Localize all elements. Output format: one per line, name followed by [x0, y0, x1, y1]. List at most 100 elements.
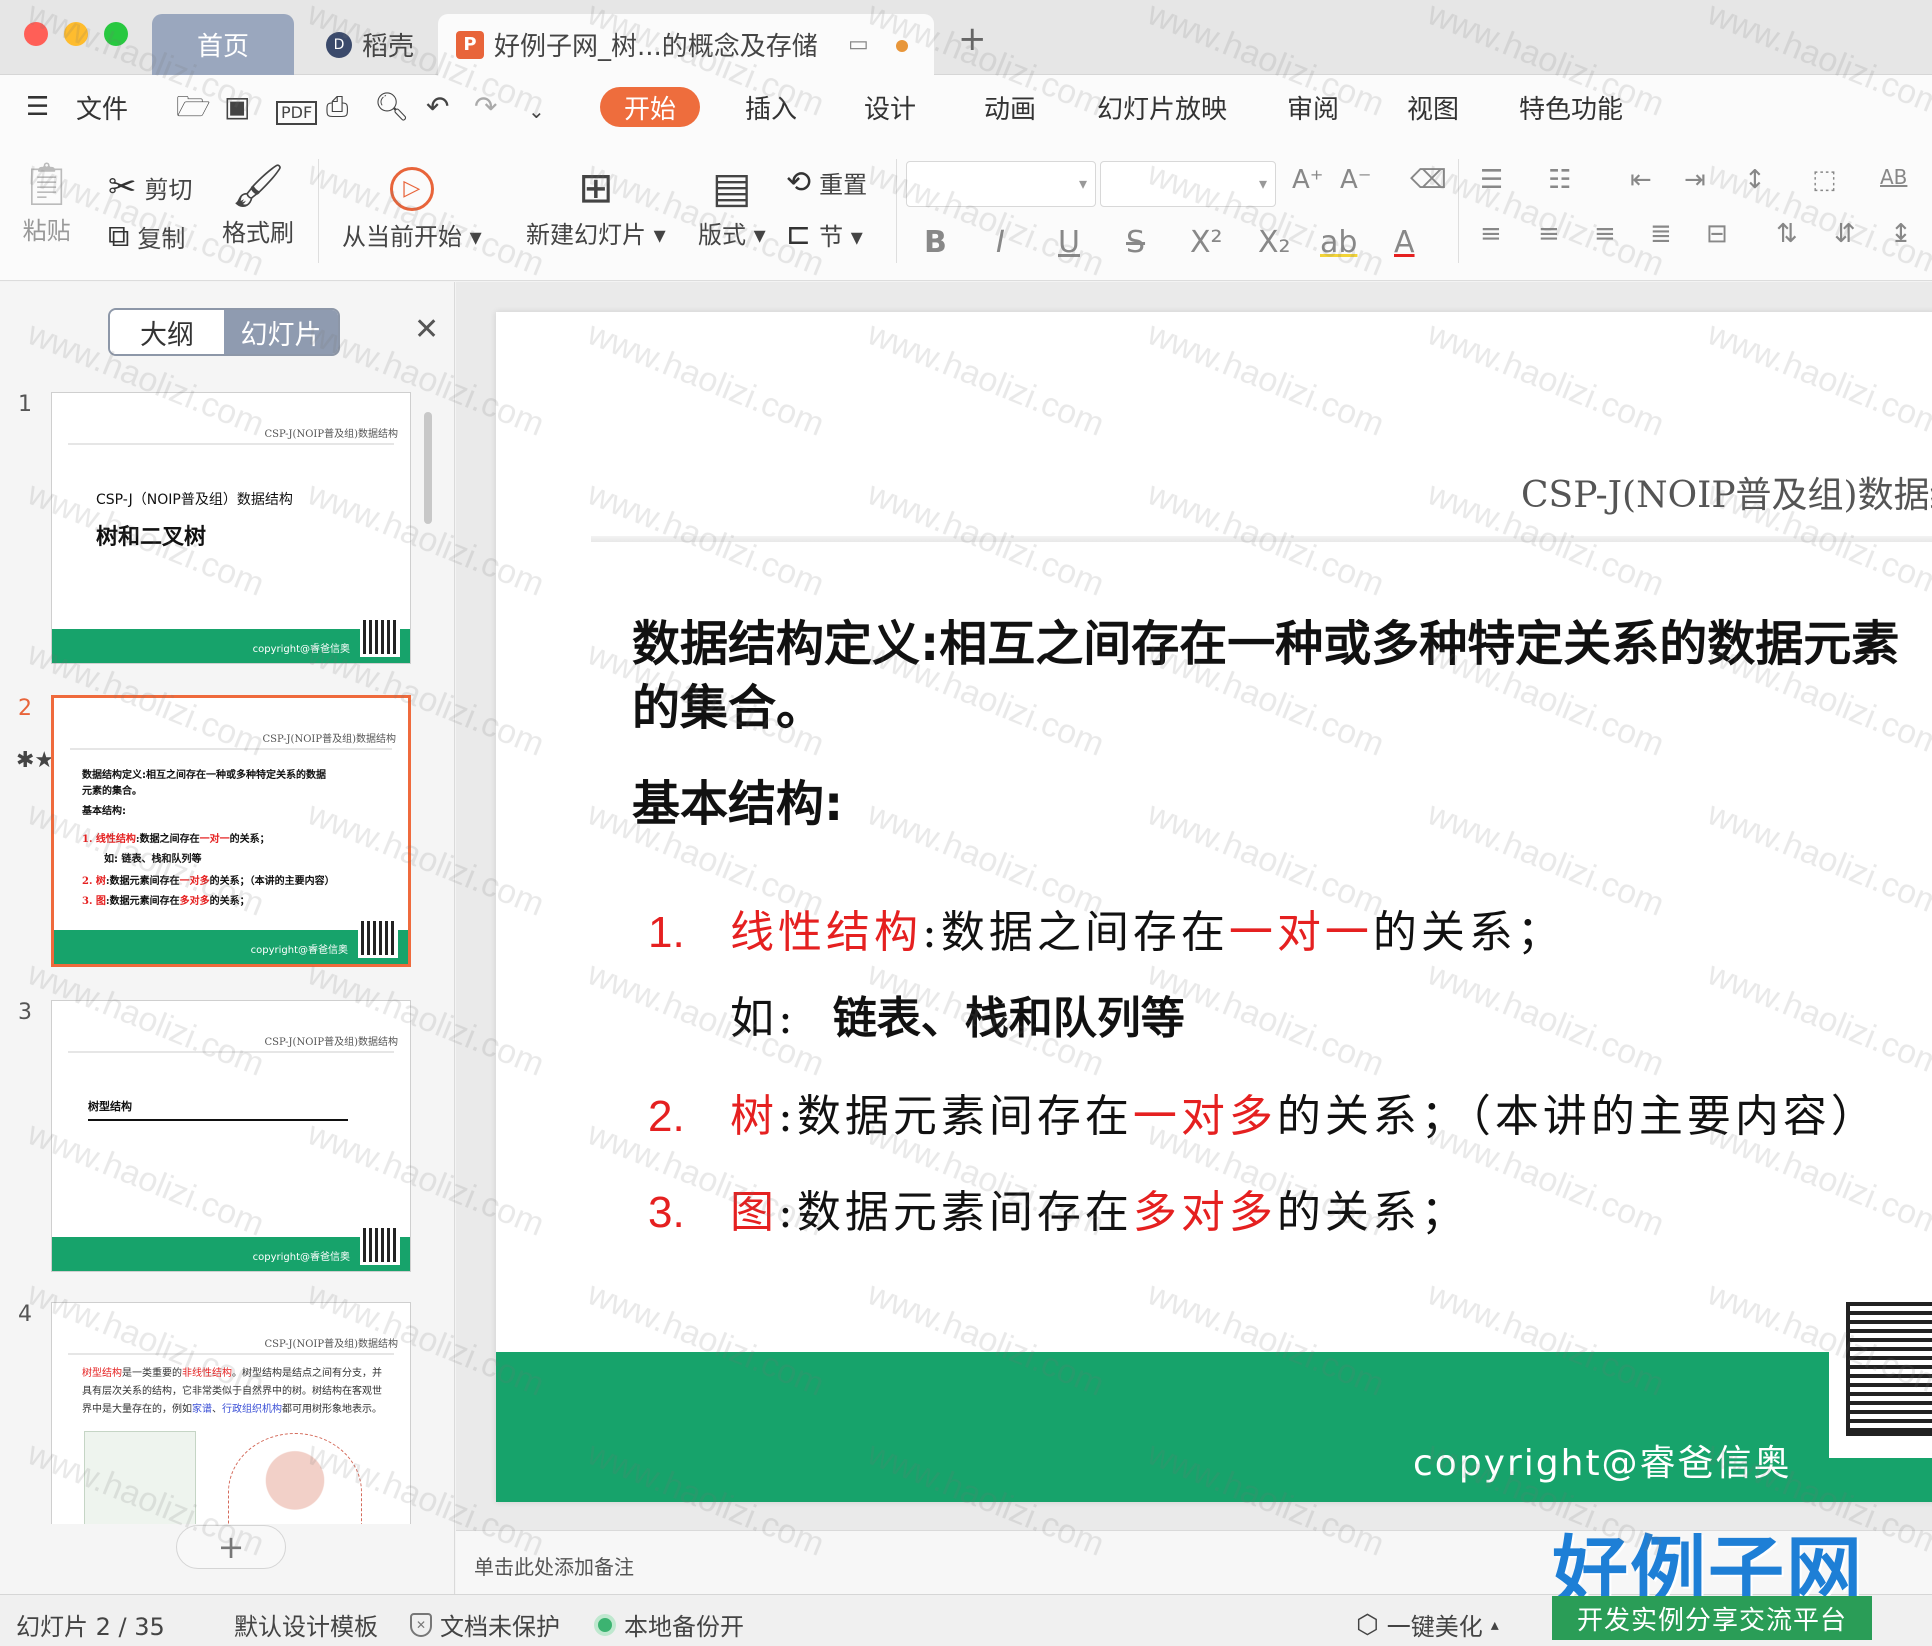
- thumb-header: CSP-J(NOIP普及组)数据结构: [264, 429, 398, 440]
- menu-animation[interactable]: 动画: [984, 87, 1036, 127]
- export-pdf-icon[interactable]: PDF: [276, 101, 318, 125]
- thumb-title: 树型结构: [88, 1100, 132, 1113]
- open-folder-icon[interactable]: 🗁: [176, 93, 211, 121]
- monitor-icon[interactable]: ▭: [848, 32, 869, 57]
- sort-icon[interactable]: ↕: [1744, 165, 1766, 195]
- italic-icon[interactable]: I: [996, 225, 1005, 260]
- save-icon[interactable]: ▣: [224, 93, 250, 121]
- title-bar: 首页 D 稻壳 P 好例子网_树...的概念及存储 ▭ +: [0, 0, 1932, 75]
- highlight-icon[interactable]: ab: [1320, 225, 1357, 260]
- layout-button[interactable]: ▤ 版式 ▾: [698, 167, 766, 250]
- document-protection-button[interactable]: ✕ 文档未保护: [410, 1607, 560, 1642]
- slide-thumbnail-4[interactable]: CSP-J(NOIP普及组)数据结构 树型结构是一类重要的非线性结构。树型结构是…: [51, 1302, 411, 1524]
- tab-daoke[interactable]: D 稻壳: [300, 14, 440, 75]
- decrease-indent-icon[interactable]: ⇤: [1630, 165, 1652, 195]
- new-tab-button[interactable]: +: [958, 22, 987, 56]
- scrollbar-thumb[interactable]: [424, 412, 432, 524]
- brand-tagline: 开发实例分享交流平台: [1552, 1596, 1872, 1640]
- menu-review[interactable]: 审阅: [1287, 87, 1339, 127]
- menu-special-features[interactable]: 特色功能: [1519, 87, 1623, 127]
- add-slide-button[interactable]: +: [176, 1525, 286, 1569]
- copy-button[interactable]: ⧉ 复制: [108, 219, 185, 254]
- view-switcher: 大纲 幻灯片: [108, 308, 340, 356]
- thumb-divider: [68, 1353, 394, 1355]
- increase-font-icon[interactable]: A⁺: [1292, 165, 1324, 195]
- bold-icon[interactable]: B: [924, 225, 947, 260]
- font-name-select[interactable]: ▾: [906, 161, 1096, 207]
- paste-button[interactable]: 📋︎ 粘贴: [20, 163, 73, 246]
- design-template-button[interactable]: 默认设计模板: [234, 1607, 378, 1642]
- basic-structure-heading[interactable]: 基本结构:: [632, 764, 843, 834]
- slide-thumbnail-2[interactable]: CSP-J(NOIP普及组)数据结构 数据结构定义:相互之间存在一种或多种特定关…: [51, 695, 411, 967]
- font-size-select[interactable]: ▾: [1100, 161, 1276, 207]
- list-item[interactable]: 3. 图:数据元素间存在多对多的关系；: [648, 1176, 1469, 1240]
- menu-bar: ☰ 文件 🗁 ▣ PDF ⎙ 🔍︎ ↶ ↷ ⌄ 开始 插入 设计 动画 幻灯片放…: [0, 75, 1932, 141]
- slide-number: 2: [18, 696, 32, 721]
- quick-access-dropdown-icon[interactable]: ⌄: [528, 101, 545, 121]
- menu-insert[interactable]: 插入: [745, 87, 797, 127]
- format-painter-button[interactable]: 🖌︎ 格式刷: [222, 165, 294, 248]
- example-line[interactable]: 如: 链表、栈和队列等: [730, 982, 1185, 1046]
- thumb-text: 基本结构:: [82, 806, 126, 817]
- one-click-beautify-button[interactable]: ⬡ 一键美化 ▴: [1356, 1607, 1499, 1642]
- backup-status-icon: [594, 1613, 616, 1636]
- redo-icon[interactable]: ↷: [474, 93, 497, 121]
- bullet-list-icon[interactable]: ☰: [1480, 165, 1503, 195]
- tab-document[interactable]: P 好例子网_树...的概念及存储 ▭: [438, 14, 934, 75]
- thumb-subtitle: CSP-J（NOIP普及组）数据结构: [96, 492, 293, 508]
- play-from-current-button[interactable]: ▷ 从当前开始 ▾: [342, 167, 482, 252]
- qr-code-icon: [1846, 1302, 1932, 1436]
- thumb-text: 元素的集合。: [82, 786, 142, 797]
- tab-home[interactable]: 首页: [152, 14, 294, 75]
- reset-button[interactable]: ⟲ 重置: [786, 165, 867, 200]
- align-right-icon[interactable]: ≡: [1594, 219, 1616, 249]
- strikethrough-icon[interactable]: S: [1126, 225, 1145, 260]
- menu-home[interactable]: 开始: [600, 87, 701, 127]
- slide-thumbnail-1[interactable]: CSP-J(NOIP普及组)数据结构 CSP-J（NOIP普及组）数据结构 树和…: [51, 392, 411, 664]
- increase-indent-icon[interactable]: ⇥: [1684, 165, 1706, 195]
- hamburger-menu-icon[interactable]: ☰: [26, 87, 49, 127]
- local-backup-button[interactable]: 本地备份开: [594, 1607, 744, 1642]
- undo-icon[interactable]: ↶: [426, 93, 449, 121]
- definition-text[interactable]: 数据结构定义:相互之间存在一种或多种特定关系的数据元素的集合。: [632, 612, 1932, 740]
- align-center-icon[interactable]: ≡: [1538, 219, 1560, 249]
- section-button[interactable]: ⊏ 节 ▾: [786, 217, 863, 252]
- underline-icon[interactable]: U: [1058, 225, 1080, 260]
- line-spacing-icon[interactable]: ⇅: [1776, 219, 1798, 249]
- menu-slideshow[interactable]: 幻灯片放映: [1097, 87, 1227, 127]
- thumb-copyright: copyright@睿爸信奥: [252, 1252, 350, 1263]
- text-direction-icon[interactable]: AB: [1880, 165, 1907, 189]
- subscript-icon[interactable]: X₂: [1258, 225, 1291, 260]
- justify-icon[interactable]: ≣: [1650, 219, 1672, 249]
- superscript-icon[interactable]: X²: [1190, 225, 1223, 260]
- print-icon[interactable]: ⎙: [326, 93, 348, 121]
- align-left-icon[interactable]: ≡: [1480, 219, 1502, 249]
- list-item[interactable]: 1. 线性结构:数据之间存在一对一的关系；: [648, 896, 1565, 960]
- play-from-current-label: 从当前开始 ▾: [342, 223, 482, 251]
- distribute-icon[interactable]: ⊟: [1706, 219, 1728, 249]
- list-item[interactable]: 2. 树:数据元素间存在一对多的关系；（本讲的主要内容）: [648, 1080, 1879, 1144]
- maximize-window-button[interactable]: [104, 22, 128, 46]
- close-window-button[interactable]: [24, 22, 48, 46]
- thumb-divider: [70, 748, 392, 750]
- clear-format-icon[interactable]: ⌫: [1410, 165, 1447, 195]
- numbered-list-icon[interactable]: ☷: [1548, 165, 1571, 195]
- menu-file[interactable]: 文件: [76, 87, 128, 127]
- menu-design[interactable]: 设计: [864, 87, 916, 127]
- text-box-icon[interactable]: ⬚: [1812, 165, 1837, 195]
- tab-slides[interactable]: 幻灯片: [224, 310, 338, 354]
- current-slide[interactable]: CSP-J(NOIP普及组)数据结构 数据结构定义:相互之间存在一种或多种特定关…: [496, 312, 1932, 1502]
- tab-outline[interactable]: 大纲: [110, 310, 224, 354]
- thumb-rule: [88, 1119, 348, 1121]
- paragraph-spacing-icon[interactable]: ⇵: [1834, 219, 1856, 249]
- new-slide-button[interactable]: ⊞ 新建幻灯片 ▾: [526, 167, 666, 250]
- new-slide-label: 新建幻灯片 ▾: [526, 221, 666, 249]
- minimize-window-button[interactable]: [64, 22, 88, 46]
- slide-thumbnail-3[interactable]: CSP-J(NOIP普及组)数据结构 树型结构 copyright@睿爸信奥: [51, 1000, 411, 1272]
- print-preview-icon[interactable]: 🔍︎: [374, 93, 410, 121]
- vertical-align-icon[interactable]: ↨: [1890, 219, 1912, 249]
- cut-button[interactable]: ✂ 剪切: [108, 167, 193, 207]
- decrease-font-icon[interactable]: A⁻: [1340, 165, 1372, 195]
- font-color-icon[interactable]: A: [1394, 225, 1415, 260]
- menu-view[interactable]: 视图: [1407, 87, 1459, 127]
